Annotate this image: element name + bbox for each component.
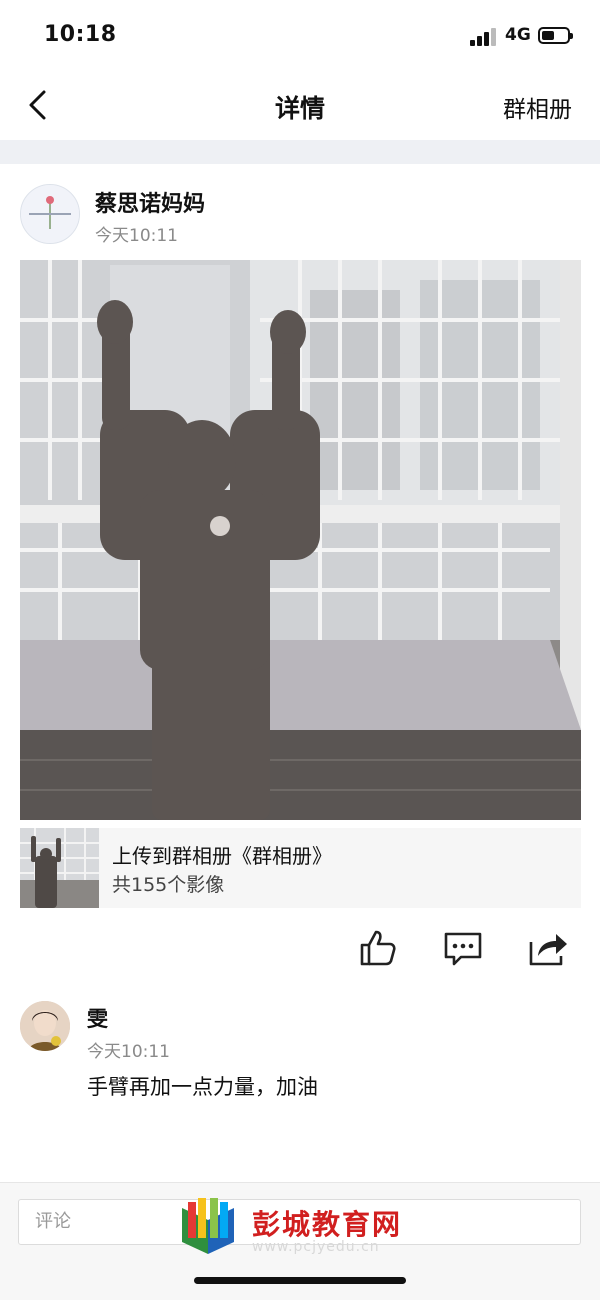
post-author[interactable]: 蔡思诺妈妈 — [95, 186, 205, 218]
share-icon[interactable] — [526, 926, 570, 970]
book-logo-icon — [182, 1198, 234, 1254]
post-photo[interactable] — [20, 260, 581, 820]
album-count: 共155个影像 — [112, 874, 225, 896]
post-header: 蔡思诺妈妈 今天10:11 — [0, 164, 600, 254]
home-indicator[interactable] — [194, 1277, 406, 1284]
status-time: 10:18 — [44, 22, 117, 47]
album-thumbnail — [20, 828, 99, 908]
like-icon[interactable] — [356, 926, 400, 970]
comment-text: 手臂再加一点力量，加油 — [87, 1075, 318, 1099]
comment-time: 今天10:11 — [87, 1042, 170, 1062]
album-title: 上传到群相册《群相册》 — [112, 844, 332, 868]
commenter-avatar[interactable] — [20, 1001, 70, 1051]
album-link-card[interactable]: 上传到群相册《群相册》 共155个影像 — [20, 828, 581, 908]
watermark-text: 彭城教育网 — [252, 1208, 403, 1241]
portrait-avatar-image — [20, 1001, 70, 1051]
comment-icon[interactable] — [441, 926, 485, 970]
flower-avatar-image — [21, 185, 79, 243]
album-thumbnail-image — [20, 828, 99, 908]
child-at-window-photo — [20, 260, 581, 820]
network-type: 4G — [505, 25, 531, 45]
watermark-url: www.pcjyedu.cn — [252, 1239, 380, 1255]
post-time: 今天10:11 — [95, 226, 178, 246]
comment-item: 雯 今天10:11 手臂再加一点力量，加油 — [0, 995, 600, 1115]
comment-author[interactable]: 雯 — [87, 1003, 108, 1033]
status-bar: 10:18 4G — [0, 0, 600, 72]
author-avatar[interactable] — [20, 184, 80, 244]
battery-icon — [538, 27, 573, 44]
group-album-link[interactable]: 群相册 — [503, 90, 572, 124]
section-divider — [0, 140, 600, 164]
signal-icon — [470, 28, 498, 46]
nav-bar: 详情 群相册 — [0, 72, 600, 138]
